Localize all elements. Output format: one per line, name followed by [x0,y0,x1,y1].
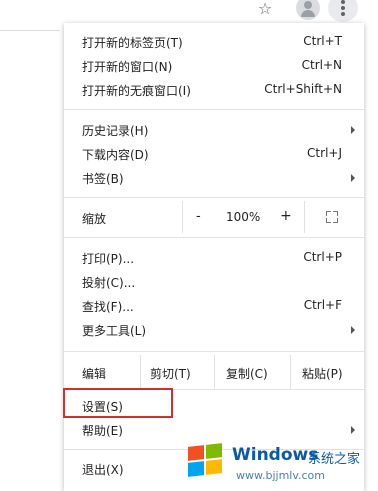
menu-item-shortcut: Ctrl+F [303,298,342,312]
menu-separator [64,109,364,110]
menu-item-label: 打开新的无痕窗口(I) [82,84,191,98]
copy-button[interactable]: 复制(C) [226,365,268,382]
submenu-arrow-icon [351,326,355,334]
menu-item-shortcut: Ctrl+N [301,58,342,72]
watermark-brand: Windows [232,445,319,465]
address-bar-edge [0,30,60,31]
watermark: Windows 系统之家 www.bjjmlv.com [188,440,378,491]
menu-item-label: 打印(P)... [82,252,135,266]
menu-item-label: 历史记录(H) [82,124,149,138]
menu-item-label: 投射(C)... [82,276,136,290]
submenu-arrow-icon [351,426,355,434]
edit-divider [140,355,141,389]
menu-item-shortcut: Ctrl+T [303,34,342,48]
menu-item-cast[interactable]: 投射(C)... [64,270,364,292]
menu-item-label: 帮助(E) [82,424,123,438]
profile-avatar-icon[interactable] [296,0,320,20]
menu-item-new-incognito-window[interactable]: 打开新的无痕窗口(I) Ctrl+Shift+N [64,78,364,100]
edit-divider [290,355,291,389]
paste-button[interactable]: 粘贴(P) [302,365,343,382]
menu-item-history[interactable]: 历史记录(H) [64,118,364,140]
menu-item-shortcut: Ctrl+J [307,146,342,160]
menu-item-shortcut: Ctrl+P [303,250,342,264]
settings-highlight-box [63,388,173,418]
menu-separator [64,197,364,198]
bookmark-star-icon[interactable]: ☆ [256,0,274,18]
menu-item-shortcut: Ctrl+Shift+N [264,82,342,96]
watermark-tagline: 系统之家 [308,452,361,467]
cut-button[interactable]: 剪切(T) [150,365,191,382]
zoom-label: 缩放 [82,212,107,226]
zoom-in-button[interactable]: + [280,208,292,224]
menu-item-new-tab[interactable]: 打开新的标签页(T) Ctrl+T [64,30,364,52]
menu-item-more-tools[interactable]: 更多工具(L) [64,318,364,340]
more-menu-icon[interactable] [328,0,358,22]
menu-separator [64,351,364,352]
chrome-main-menu: 打开新的标签页(T) Ctrl+T 打开新的窗口(N) Ctrl+N 打开新的无… [64,23,364,491]
menu-item-print[interactable]: 打印(P)... Ctrl+P [64,246,364,268]
zoom-row: 缩放 - 100% + [64,201,364,233]
edit-label: 编辑 [82,367,107,381]
menu-item-label: 退出(X) [82,463,124,477]
menu-item-label: 下载内容(D) [82,148,149,162]
fullscreen-icon[interactable] [326,211,338,223]
menu-item-help[interactable]: 帮助(E) [64,418,364,440]
menu-item-label: 更多工具(L) [82,324,147,338]
edit-divider [214,355,215,389]
zoom-out-button[interactable]: - [196,209,201,224]
menu-item-label: 打开新的窗口(N) [82,60,173,74]
menu-item-find[interactable]: 查找(F)... Ctrl+F [64,294,364,316]
menu-separator [64,237,364,238]
menu-item-bookmarks[interactable]: 书签(B) [64,166,364,188]
watermark-url: www.bjjmlv.com [236,469,325,482]
windows-logo-icon [188,443,224,477]
submenu-arrow-icon [351,126,355,134]
edit-row: 编辑 剪切(T) 复制(C) 粘贴(P) [64,355,364,389]
menu-item-label: 打开新的标签页(T) [82,36,183,50]
zoom-divider [182,201,183,233]
menu-item-label: 查找(F)... [82,300,134,314]
menu-item-new-window[interactable]: 打开新的窗口(N) Ctrl+N [64,54,364,76]
menu-item-label: 书签(B) [82,172,124,186]
menu-item-downloads[interactable]: 下载内容(D) Ctrl+J [64,142,364,164]
submenu-arrow-icon [351,174,355,182]
zoom-divider [304,201,305,233]
zoom-level: 100% [226,210,261,224]
